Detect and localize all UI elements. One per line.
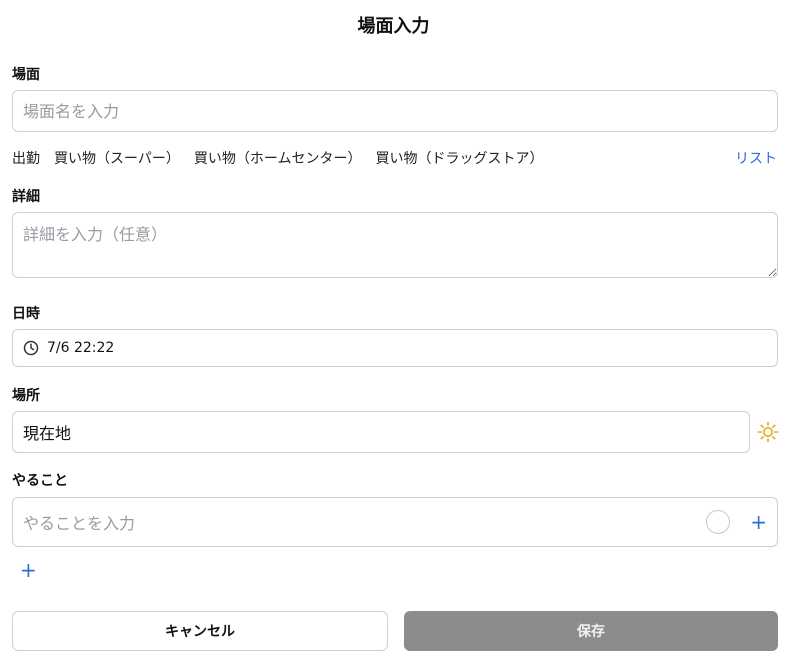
page-title: 場面入力 xyxy=(357,16,430,37)
todo-label: やること xyxy=(12,473,68,489)
place-label: 場所 xyxy=(12,388,40,404)
datetime-label: 日時 xyxy=(12,306,40,322)
datetime-value: 7/6 22:22 xyxy=(47,340,115,356)
details-textarea[interactable] xyxy=(12,212,778,278)
preset-commute[interactable]: 出勤 xyxy=(12,148,40,168)
preset-shopping-drugstore[interactable]: 買い物（ドラッグストア） xyxy=(375,148,543,168)
todo-input-row[interactable]: やることを入力 + xyxy=(12,497,778,547)
todo-input[interactable]: やることを入力 xyxy=(23,510,706,534)
place-value: 現在地 xyxy=(23,424,72,443)
clock-icon xyxy=(23,340,39,356)
details-label: 詳細 xyxy=(12,189,40,205)
place-field[interactable]: 現在地 xyxy=(12,411,750,453)
list-link[interactable]: リスト xyxy=(735,148,777,168)
scene-label: 場面 xyxy=(12,67,40,83)
datetime-field[interactable]: 7/6 22:22 xyxy=(12,329,778,367)
preset-shopping-home-center[interactable]: 買い物（ホームセンター） xyxy=(194,148,362,168)
save-button[interactable]: 保存 xyxy=(404,611,778,651)
add-todo-item-icon[interactable]: + xyxy=(750,512,767,532)
cancel-button[interactable]: キャンセル xyxy=(12,611,388,651)
scene-presets: 出勤 買い物（スーパー） 買い物（ホームセンター） 買い物（ドラッグストア） xyxy=(12,148,557,168)
scene-input[interactable] xyxy=(12,90,778,132)
preset-shopping-supermarket[interactable]: 買い物（スーパー） xyxy=(54,148,180,168)
sun-icon[interactable] xyxy=(757,421,779,443)
circle-icon[interactable] xyxy=(706,510,731,534)
add-todo-icon[interactable]: + xyxy=(20,560,37,580)
